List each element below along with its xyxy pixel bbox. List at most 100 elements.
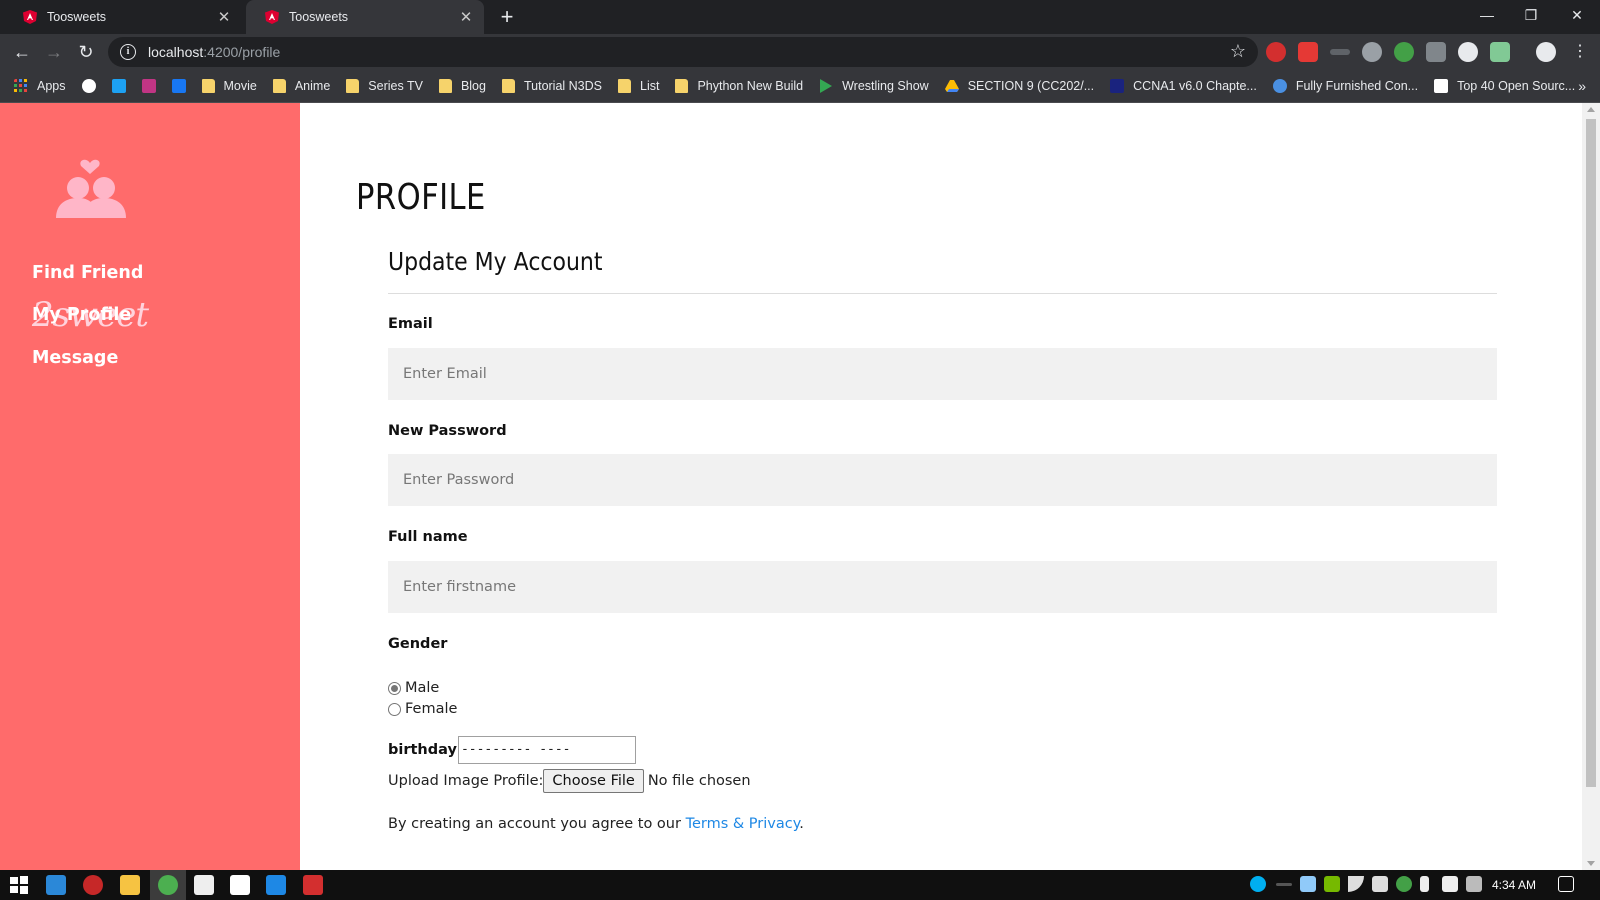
google-icon	[81, 79, 96, 93]
fullname-field[interactable]	[388, 561, 1497, 613]
nav-message[interactable]: Message	[32, 348, 118, 368]
bookmark-folder-list[interactable]: List	[618, 79, 659, 93]
facebook-icon	[171, 79, 186, 93]
bookmark-label: Wrestling Show	[842, 79, 929, 93]
nav-find-friend[interactable]: Find Friend	[32, 263, 143, 283]
bookmark-instagram[interactable]	[141, 79, 156, 93]
email-field[interactable]	[388, 348, 1497, 400]
volume-icon[interactable]	[1372, 876, 1388, 892]
yab-extension-icon[interactable]	[1266, 42, 1286, 62]
nav-my-profile[interactable]: My Profile	[32, 305, 131, 325]
restore-icon[interactable]: ❐	[1508, 0, 1554, 30]
vscode-icon[interactable]	[266, 875, 286, 895]
close-tab-icon[interactable]: ✕	[216, 8, 232, 26]
choose-file-button[interactable]: Choose File	[543, 769, 644, 793]
bookmark-label: Top 40 Open Sourc...	[1457, 79, 1576, 93]
taskbar-clock[interactable]: 4:34 AM	[1492, 878, 1536, 892]
chrome-icon[interactable]	[158, 875, 178, 895]
k-extension-icon[interactable]	[1426, 42, 1446, 62]
address-bar[interactable]: i localhost:4200/profile ☆	[108, 37, 1258, 67]
browser-tab-bar: Toosweets ✕ Toosweets ✕ + — ❐ ✕	[0, 0, 1600, 34]
bookmark-folder-tutorial[interactable]: Tutorial N3DS	[501, 79, 602, 93]
fullname-label: Full name	[388, 529, 468, 545]
settings-tray-icon[interactable]	[1300, 876, 1316, 892]
bookmark-folder-blog[interactable]: Blog	[438, 79, 486, 93]
bookmark-fully-furnished[interactable]: Fully Furnished Con...	[1272, 79, 1419, 93]
bookmarks-overflow-icon[interactable]: »	[1578, 78, 1586, 94]
url-path: :4200/profile	[203, 44, 281, 60]
bookmark-wrestling[interactable]: Wrestling Show	[819, 79, 929, 93]
bookmark-facebook[interactable]	[171, 79, 186, 93]
play-extension-icon[interactable]	[1362, 42, 1382, 62]
extension-icon[interactable]	[1330, 49, 1350, 55]
scroll-up-arrow-icon[interactable]	[1587, 107, 1595, 112]
upload-row: Upload Image Profile: Choose File No fil…	[388, 769, 751, 793]
reload-icon[interactable]: ↻	[74, 40, 98, 64]
main-content: PROFILE Update My Account Email New Pass…	[300, 103, 1582, 870]
scroll-down-arrow-icon[interactable]	[1587, 861, 1595, 866]
bookmark-apps[interactable]: Apps	[14, 79, 66, 93]
apps-grid-icon	[14, 79, 27, 92]
tray-icon[interactable]	[1276, 883, 1292, 886]
wifi-icon[interactable]	[1348, 876, 1364, 892]
notifications-icon[interactable]	[1558, 876, 1574, 892]
clapper-icon[interactable]	[230, 875, 250, 895]
close-window-icon[interactable]: ✕	[1554, 0, 1600, 30]
gender-option-female[interactable]: Female	[388, 701, 457, 717]
network-tray-icon[interactable]	[1466, 876, 1482, 892]
radio-button-checked[interactable]	[388, 681, 401, 695]
couple-heart-logo-icon	[56, 159, 126, 218]
forward-icon[interactable]: →	[42, 40, 66, 64]
back-icon[interactable]: ←	[10, 40, 34, 64]
scrollbar-thumb[interactable]	[1586, 119, 1596, 787]
bookmark-label: Fully Furnished Con...	[1295, 79, 1419, 93]
folder-icon	[675, 79, 689, 93]
page-scrollbar[interactable]	[1582, 103, 1600, 870]
minimize-icon[interactable]: —	[1464, 0, 1510, 30]
bookmark-top40[interactable]: Top 40 Open Sourc...	[1434, 79, 1575, 93]
photos-icon[interactable]	[194, 875, 214, 895]
shield-tray-icon[interactable]	[1442, 876, 1458, 892]
nvidia-icon[interactable]	[1324, 876, 1340, 892]
circle-extension-icon[interactable]	[1458, 42, 1478, 62]
close-tab-icon[interactable]: ✕	[458, 8, 474, 26]
bookmark-folder-python[interactable]: Phython New Build	[675, 79, 803, 93]
bookmark-section9[interactable]: SECTION 9 (CC202/...	[944, 79, 1094, 93]
youtube-extension-icon[interactable]	[1298, 42, 1318, 62]
globe-extension-icon[interactable]	[1394, 42, 1414, 62]
bookmark-ccna[interactable]: CCNA1 v6.0 Chapte...	[1110, 79, 1257, 93]
bookmark-google[interactable]	[81, 79, 96, 93]
bookmark-twitter[interactable]	[111, 79, 126, 93]
profile-avatar-icon[interactable]	[1536, 42, 1556, 62]
sheets-extension-icon[interactable]	[1490, 42, 1510, 62]
bookmark-star-icon[interactable]: ☆	[1230, 41, 1246, 62]
bookmark-folder-movie[interactable]: Movie	[201, 79, 257, 93]
email-label: Email	[388, 316, 433, 332]
info-icon[interactable]: i	[120, 44, 136, 60]
windows-start-icon[interactable]	[9, 875, 29, 895]
tab-title: Toosweets	[289, 10, 349, 24]
birthday-date-input[interactable]: --------- ----	[457, 736, 636, 764]
radio-label: Male	[405, 680, 440, 696]
new-tab-icon[interactable]: +	[494, 4, 520, 30]
bookmark-folder-series[interactable]: Series TV	[346, 79, 423, 93]
section-title: Update My Account	[388, 247, 603, 276]
gender-label: Gender	[388, 636, 448, 652]
terms-privacy-link[interactable]: Terms & Privacy	[686, 816, 800, 832]
bookmark-folder-anime[interactable]: Anime	[272, 79, 330, 93]
password-field[interactable]	[388, 454, 1497, 506]
play-store-icon	[820, 79, 833, 93]
gender-option-male[interactable]: Male	[388, 680, 439, 696]
acrobat-icon[interactable]	[303, 875, 323, 895]
radio-button[interactable]	[388, 702, 401, 716]
twitter-icon	[111, 79, 126, 93]
security-app-icon[interactable]	[46, 875, 66, 895]
browser-tab[interactable]: Toosweets ✕	[4, 0, 242, 34]
browser-tab-active[interactable]: Toosweets ✕	[246, 0, 484, 34]
globe-tray-icon[interactable]	[1396, 876, 1412, 892]
skype-icon[interactable]	[1250, 876, 1266, 892]
menu-dots-icon[interactable]: ⋮	[1568, 40, 1592, 64]
app-icon[interactable]	[83, 875, 103, 895]
usb-icon[interactable]	[1420, 876, 1429, 892]
file-explorer-icon[interactable]	[120, 875, 140, 895]
